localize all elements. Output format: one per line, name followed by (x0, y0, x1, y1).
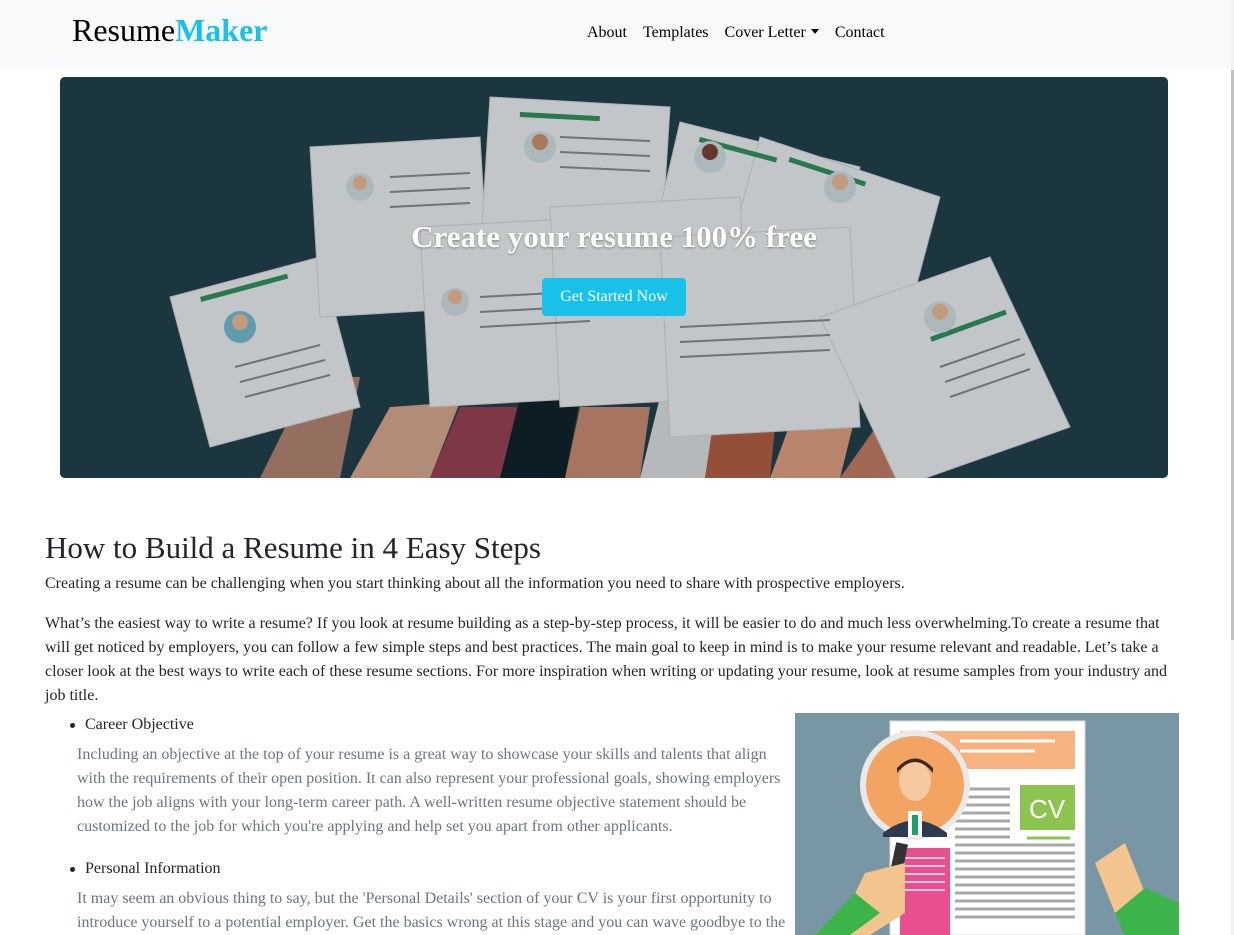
step-title-text: Personal Information (85, 860, 221, 877)
page: ResumeMaker About Templates Cover Letter… (0, 0, 1234, 935)
step-description: Including an objective at the top of you… (77, 746, 781, 835)
nav-dropdown-label: Cover Letter (724, 24, 806, 41)
section-title: How to Build a Resume in 4 Easy Steps (45, 530, 541, 565)
step-description: It may seem an obvious thing to say, but… (77, 890, 786, 931)
step-title-text: Career Objective (85, 716, 194, 733)
nav-link-about[interactable]: About (579, 20, 635, 46)
cv-magnifier-illustration: CV (795, 713, 1179, 935)
cv-badge-text: CV (1029, 794, 1066, 824)
hero-banner: Create your resume 100% free Get Started… (60, 77, 1168, 478)
hero-title: Create your resume 100% free (411, 219, 817, 254)
bullet-icon (70, 723, 75, 728)
brand-logo[interactable]: ResumeMaker (72, 10, 268, 50)
navbar: ResumeMaker About Templates Cover Letter… (0, 0, 1234, 69)
nav-link-contact[interactable]: Contact (827, 20, 893, 46)
step-title: Career Objective (45, 713, 795, 737)
section-body: What’s the easiest way to write a resume… (45, 615, 1167, 704)
nav-dropdown-cover-letter[interactable]: Cover Letter (717, 20, 827, 46)
list-item: Career Objective Including an objective … (45, 713, 795, 839)
caret-down-icon (810, 28, 819, 34)
main-content: How to Build a Resume in 4 Easy Steps Cr… (45, 528, 1175, 708)
list-item: Personal Information It may seem an obvi… (45, 857, 795, 935)
steps-list: Career Objective Including an objective … (45, 713, 795, 935)
section-intro: Creating a resume can be challenging whe… (45, 575, 905, 592)
nav-link-templates[interactable]: Templates (635, 20, 717, 46)
get-started-button[interactable]: Get Started Now (542, 278, 686, 316)
brand-text: Resume (72, 12, 176, 48)
nav-links: About Templates Cover Letter Contact (579, 20, 893, 46)
bullet-icon (70, 867, 75, 872)
brand-accent-text: Maker (175, 12, 268, 48)
step-title: Personal Information (45, 857, 795, 881)
